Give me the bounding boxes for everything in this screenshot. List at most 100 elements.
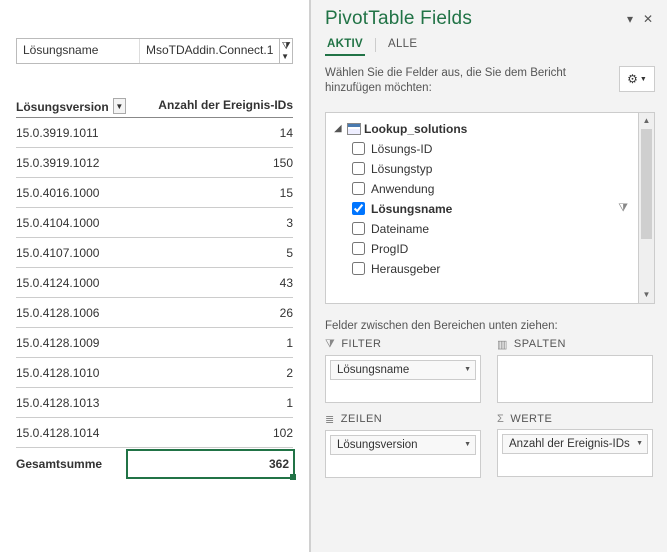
field-checkbox[interactable] xyxy=(352,202,365,215)
tab-separator xyxy=(375,38,376,52)
row-label-header: Lösungsversion xyxy=(16,100,109,114)
columns-icon: ▥ xyxy=(497,338,508,351)
pivot-total-label: Gesamtsumme xyxy=(16,457,126,471)
selected-cell[interactable]: 362 xyxy=(126,449,295,479)
scroll-down-icon[interactable]: ▼ xyxy=(639,287,654,303)
filter-icon: ⧩ xyxy=(325,338,335,351)
table-name: Lookup_solutions xyxy=(364,122,467,136)
pivot-row-count: 5 xyxy=(126,246,293,260)
pivot-row[interactable]: 15.0.4016.100015 xyxy=(16,178,293,208)
tab-all[interactable]: ALLE xyxy=(386,34,419,56)
pivot-row-version: 15.0.4128.1006 xyxy=(16,306,126,320)
report-filter-label: Lösungsname xyxy=(17,39,139,63)
layout-options-button[interactable]: ⚙ ▼ xyxy=(619,66,655,92)
choose-fields-text: Wählen Sie die Felder aus, die Sie dem B… xyxy=(325,66,611,96)
filter-icon: ⧩ xyxy=(282,41,291,52)
area-filters: ⧩FILTER Lösungsname▼ xyxy=(325,338,481,403)
pivot-row-version: 15.0.3919.1012 xyxy=(16,156,126,170)
pivot-row[interactable]: 15.0.4128.100626 xyxy=(16,298,293,328)
area-rows: ≣ZEILEN Lösungsversion▼ xyxy=(325,413,481,478)
gear-icon: ⚙ xyxy=(627,72,638,86)
pivot-row[interactable]: 15.0.4128.10102 xyxy=(16,358,293,388)
pivot-row-version: 15.0.4128.1010 xyxy=(16,366,126,380)
field-item-dateiname[interactable]: Dateiname xyxy=(330,219,634,239)
pivot-row-count: 14 xyxy=(126,126,293,140)
pivot-row-version: 15.0.4124.1000 xyxy=(16,276,126,290)
pivot-row-count: 2 xyxy=(126,366,293,380)
field-checkbox[interactable] xyxy=(352,162,365,175)
pivot-row-version: 15.0.3919.1011 xyxy=(16,126,126,140)
row-label-dropdown[interactable]: ▼ xyxy=(113,98,126,114)
caret-down-icon: ◢ xyxy=(332,123,344,134)
field-checkbox[interactable] xyxy=(352,242,365,255)
area-columns-body[interactable] xyxy=(497,355,653,403)
field-checkbox[interactable] xyxy=(352,262,365,275)
chevron-down-icon: ▼ xyxy=(281,52,289,61)
pivot-row-count: 3 xyxy=(126,216,293,230)
pivot-row[interactable]: 15.0.4107.10005 xyxy=(16,238,293,268)
sigma-icon: Σ xyxy=(497,413,504,425)
report-filter-row: Lösungsname MsoTDAddin.Connect.1 ⧩ ▼ xyxy=(16,38,293,64)
rows-icon: ≣ xyxy=(325,413,335,426)
field-item-herausgeber[interactable]: Herausgeber xyxy=(330,259,634,279)
pivot-row[interactable]: 15.0.4104.10003 xyxy=(16,208,293,238)
table-icon xyxy=(347,123,361,135)
chevron-down-icon: ▼ xyxy=(640,76,647,83)
pivot-row[interactable]: 15.0.4128.1014102 xyxy=(16,418,293,448)
scroll-up-icon[interactable]: ▲ xyxy=(639,113,654,129)
field-checkbox[interactable] xyxy=(352,142,365,155)
table-node[interactable]: ◢ Lookup_solutions xyxy=(330,119,634,139)
pivot-row-count: 43 xyxy=(126,276,293,290)
chevron-down-icon: ▼ xyxy=(636,440,643,447)
pivot-row-count: 102 xyxy=(126,426,293,440)
pivot-row-count: 26 xyxy=(126,306,293,320)
drag-areas-label: Felder zwischen den Bereichen unten zieh… xyxy=(311,308,667,338)
field-list-scrollbar[interactable]: ▲ ▼ xyxy=(639,112,655,304)
pivot-total-value: 362 xyxy=(269,457,289,471)
pivot-fields-pane: PivotTable Fields ▾ ✕ AKTIV ALLE Wählen … xyxy=(310,0,667,552)
field-item-losungstyp[interactable]: Lösungstyp xyxy=(330,159,634,179)
field-item-losungsname[interactable]: Lösungsname ⧩ xyxy=(330,199,634,219)
pivot-row-version: 15.0.4128.1009 xyxy=(16,336,126,350)
scroll-thumb[interactable] xyxy=(641,129,652,239)
area-values-body[interactable]: Anzahl der Ereignis-IDs▼ xyxy=(497,429,653,477)
pivot-result-pane: Lösungsname MsoTDAddin.Connect.1 ⧩ ▼ Lös… xyxy=(0,0,310,552)
field-checkbox[interactable] xyxy=(352,182,365,195)
values-header: Anzahl der Ereignis-IDs xyxy=(126,98,293,114)
pivot-row-version: 15.0.4128.1014 xyxy=(16,426,126,440)
pivot-row-version: 15.0.4104.1000 xyxy=(16,216,126,230)
field-item-progid[interactable]: ProgID xyxy=(330,239,634,259)
field-list[interactable]: ◢ Lookup_solutions Lösungs-ID Lösungstyp… xyxy=(325,112,639,304)
pivot-row[interactable]: 15.0.3919.1012150 xyxy=(16,148,293,178)
pivot-row-version: 15.0.4128.1013 xyxy=(16,396,126,410)
field-item-anwendung[interactable]: Anwendung xyxy=(330,179,634,199)
area-values: ΣWERTE Anzahl der Ereignis-IDs▼ xyxy=(497,413,653,478)
pivot-row-count: 15 xyxy=(126,186,293,200)
area-item-filter[interactable]: Lösungsname▼ xyxy=(330,360,476,380)
scroll-track[interactable] xyxy=(639,129,654,287)
pivot-row-version: 15.0.4016.1000 xyxy=(16,186,126,200)
pivot-row[interactable]: 15.0.3919.101114 xyxy=(16,118,293,148)
area-item-values[interactable]: Anzahl der Ereignis-IDs▼ xyxy=(502,434,648,454)
pivot-row[interactable]: 15.0.4124.100043 xyxy=(16,268,293,298)
pivot-row-version: 15.0.4107.1000 xyxy=(16,246,126,260)
field-item-losungsid[interactable]: Lösungs-ID xyxy=(330,139,634,159)
report-filter-dropdown[interactable]: ⧩ ▼ xyxy=(279,39,292,63)
report-filter-value: MsoTDAddin.Connect.1 xyxy=(139,39,279,63)
area-item-rows[interactable]: Lösungsversion▼ xyxy=(330,435,476,455)
pivot-row[interactable]: 15.0.4128.10131 xyxy=(16,388,293,418)
chevron-down-icon: ▼ xyxy=(464,441,471,448)
filter-icon[interactable]: ⧩ xyxy=(618,202,634,215)
area-filters-body[interactable]: Lösungsname▼ xyxy=(325,355,481,403)
pivot-row-count: 150 xyxy=(126,156,293,170)
field-checkbox[interactable] xyxy=(352,222,365,235)
pivot-row[interactable]: 15.0.4128.10091 xyxy=(16,328,293,358)
chevron-down-icon: ▼ xyxy=(464,366,471,373)
tab-active[interactable]: AKTIV xyxy=(325,34,365,56)
close-icon[interactable]: ✕ xyxy=(639,12,657,26)
pane-title: PivotTable Fields xyxy=(325,8,621,30)
pivot-total-row: Gesamtsumme 362 xyxy=(16,448,293,480)
dropdown-icon[interactable]: ▾ xyxy=(621,12,639,26)
area-rows-body[interactable]: Lösungsversion▼ xyxy=(325,430,481,478)
pivot-table: Lösungsversion ▼ Anzahl der Ereignis-IDs… xyxy=(16,98,293,480)
